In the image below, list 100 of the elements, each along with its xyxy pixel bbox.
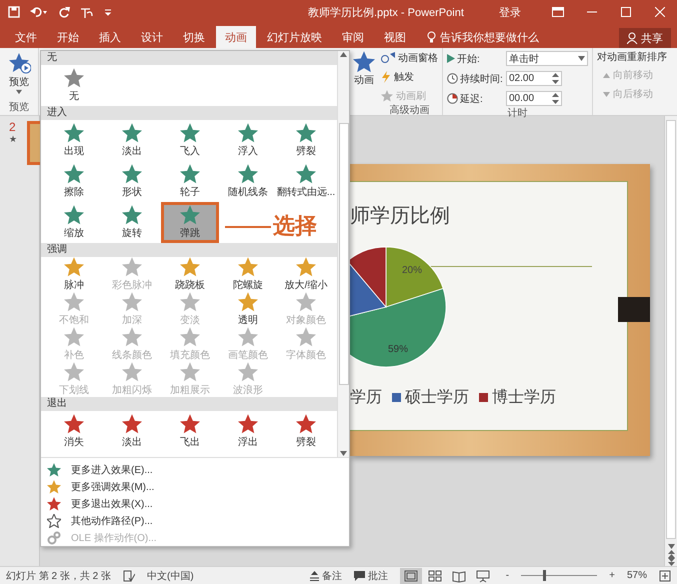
previous-slide-icon[interactable] xyxy=(668,550,674,558)
animation-effect[interactable]: 浮入 xyxy=(219,120,277,161)
animation-effect[interactable]: 随机线条 xyxy=(219,161,277,202)
notes-button[interactable]: 备注 xyxy=(310,568,342,582)
ribbon-tab[interactable]: 开始 xyxy=(48,26,88,48)
menu-item[interactable]: 更多进入效果(E)... xyxy=(47,461,349,478)
proofing-icon[interactable] xyxy=(123,570,136,582)
star-icon xyxy=(238,414,258,434)
star-icon xyxy=(64,362,84,382)
animation-effect[interactable]: 出现 xyxy=(45,120,103,161)
delay-field[interactable]: 00.00 xyxy=(506,91,562,106)
preview-button[interactable]: 预览 xyxy=(7,48,31,101)
fit-slide-icon[interactable] xyxy=(659,570,671,582)
duration-field[interactable]: 02.00 xyxy=(506,71,562,86)
star-icon xyxy=(296,123,316,143)
view-button[interactable] xyxy=(400,568,422,584)
zoom-level[interactable]: 57% xyxy=(626,570,647,581)
animation-effect[interactable]: 劈裂 xyxy=(277,411,335,452)
star-icon xyxy=(47,496,61,510)
ribbon-tab[interactable]: 审阅 xyxy=(333,26,373,48)
group-label: 预览 xyxy=(9,101,29,115)
animation-effect[interactable]: 劈裂 xyxy=(277,120,335,161)
sign-in-link[interactable]: 登录 xyxy=(499,4,521,20)
animation-effect[interactable]: 翻转式由远... xyxy=(277,161,335,202)
scroll-up-icon xyxy=(340,51,347,58)
animation-effect[interactable]: 脉冲 xyxy=(45,257,103,292)
zoom-thumb[interactable] xyxy=(542,570,546,581)
redo-icon[interactable] xyxy=(58,6,70,18)
animation-effect[interactable]: 轮子 xyxy=(161,161,219,202)
animation-effect[interactable]: 放大/缩小 xyxy=(277,257,335,292)
star-icon xyxy=(122,205,142,225)
start-dropdown[interactable]: 单击时 xyxy=(506,51,588,66)
ribbon-tab[interactable]: 切换 xyxy=(174,26,214,48)
animation-effect[interactable]: 旋转 xyxy=(103,202,161,243)
star-icon xyxy=(238,257,258,277)
animation-effect[interactable]: 形状 xyxy=(103,161,161,202)
menu-item[interactable]: 更多强调效果(M)... xyxy=(47,478,349,495)
animation-effect[interactable]: 飞入 xyxy=(161,120,219,161)
view-icon xyxy=(474,568,491,582)
star-icon xyxy=(122,362,142,382)
reorder-title: 对动画重新排序 xyxy=(597,50,667,64)
section-header: 退出 xyxy=(41,397,337,411)
animation-effect[interactable]: 飞出 xyxy=(161,411,219,452)
ribbon-tab[interactable]: 设计 xyxy=(132,26,172,48)
vertical-scrollbar[interactable] xyxy=(664,116,677,566)
touch-mode-icon[interactable] xyxy=(80,6,94,18)
animation-effect[interactable]: 淡出 xyxy=(103,411,161,452)
ribbon-tab[interactable]: 视图 xyxy=(375,26,415,48)
section-header: 无 xyxy=(41,51,337,65)
star-icon xyxy=(64,205,84,225)
animation-effect[interactable]: 无 xyxy=(45,65,103,106)
undo-icon[interactable] xyxy=(30,6,48,18)
group-label: 计时 xyxy=(506,107,528,121)
next-slide-icon[interactable] xyxy=(668,558,674,566)
notes-icon xyxy=(310,570,319,580)
animation-effect[interactable]: 浮出 xyxy=(219,411,277,452)
animation-pane-icon xyxy=(381,52,395,64)
animation-effect[interactable]: 弹跳 xyxy=(161,202,219,243)
scroll-down-icon xyxy=(340,450,347,457)
spinner-arrows-icon[interactable] xyxy=(552,73,559,84)
animation-effect[interactable]: 擦除 xyxy=(45,161,103,202)
star-icon xyxy=(122,164,142,184)
zoom-in-button[interactable]: + xyxy=(609,570,615,581)
group-label: 高级动画 xyxy=(388,104,430,118)
add-animation-button[interactable]: 动画 xyxy=(351,48,377,115)
ribbon-tab[interactable]: 文件 xyxy=(6,26,46,48)
down-arrow-icon xyxy=(603,90,610,98)
ribbon-tab[interactable]: 插入 xyxy=(90,26,130,48)
comments-button[interactable]: 批注 xyxy=(354,568,388,582)
star-play-icon xyxy=(7,51,31,75)
ribbon-tab[interactable]: 动画 xyxy=(216,26,256,48)
star-icon xyxy=(64,123,84,143)
animation-effect[interactable]: 跷跷板 xyxy=(161,257,219,292)
star-icon xyxy=(238,362,258,382)
animation-effect[interactable]: 陀螺旋 xyxy=(219,257,277,292)
spinner-arrows-icon[interactable] xyxy=(552,93,559,104)
tell-me-field[interactable]: 告诉我你想要做什么 xyxy=(440,30,539,44)
ribbon-tab[interactable]: 幻灯片放映 xyxy=(258,26,331,48)
star-icon xyxy=(180,362,200,382)
animation-effect[interactable]: 透明 xyxy=(219,292,277,327)
menu-item[interactable]: 更多退出效果(X)... xyxy=(47,495,349,512)
star-icon xyxy=(180,327,200,347)
star-icon xyxy=(353,51,375,73)
ribbon-command[interactable]: 动画窗格 xyxy=(381,50,438,66)
animation-effect[interactable]: 消失 xyxy=(45,411,103,452)
share-button[interactable]: 共享 xyxy=(619,28,671,48)
menu-item[interactable]: 其他动作路径(P)... xyxy=(47,512,349,529)
star-icon xyxy=(47,462,61,476)
zoom-out-button[interactable]: - xyxy=(506,570,510,581)
slide-title: 师学历比例 xyxy=(350,204,450,229)
view-icon xyxy=(450,568,467,582)
gallery-scrollbar[interactable] xyxy=(337,51,349,457)
animation-effect[interactable]: 淡出 xyxy=(103,120,161,161)
language-indicator[interactable]: 中文(中国) xyxy=(147,568,194,582)
ribbon-command[interactable]: 触发 xyxy=(381,69,438,85)
pie-label: 20% xyxy=(402,265,422,276)
star-icon xyxy=(47,480,61,494)
save-icon[interactable] xyxy=(8,6,20,18)
customize-caret-icon[interactable] xyxy=(104,8,112,16)
animation-effect[interactable]: 缩放 xyxy=(45,202,103,243)
